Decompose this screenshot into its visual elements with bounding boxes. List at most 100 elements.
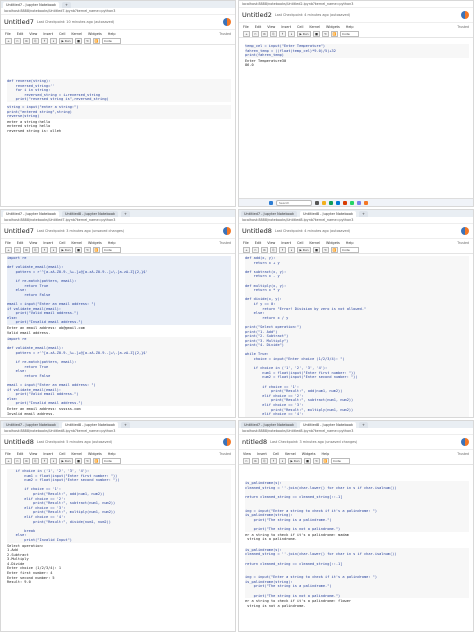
stop-button[interactable]: ■ <box>313 30 321 37</box>
copy-button[interactable]: ⧉ <box>261 30 268 37</box>
restart-button[interactable]: ↻ <box>322 30 330 37</box>
menu-item-view[interactable]: View <box>29 452 37 456</box>
cut-button[interactable]: ✂ <box>252 246 259 253</box>
menu-item-kernel[interactable]: Kernel <box>71 452 82 456</box>
trusted-badge[interactable]: Trusted <box>457 241 473 245</box>
add-cell-button[interactable]: + <box>243 30 250 37</box>
notebook-title[interactable]: Untitled7 <box>4 18 34 26</box>
trusted-badge[interactable]: Trusted <box>219 32 235 36</box>
menu-item-file[interactable]: File <box>5 452 11 456</box>
code-cell[interactable]: string = input("enter a string:") print(… <box>7 104 231 119</box>
browser-tab[interactable]: Untitled7 - Jupyter Notebook <box>241 210 297 217</box>
stop-button[interactable]: ■ <box>75 457 83 464</box>
menu-item-edit[interactable]: Edit <box>255 25 262 29</box>
notebook-title[interactable]: ntitled8 <box>242 438 267 446</box>
notebook-title[interactable]: Untitled2 <box>242 11 272 19</box>
browser-tab[interactable]: Untitled8 - Jupyter Notebook <box>300 421 356 428</box>
notebook-title[interactable]: Untitled8 <box>4 438 34 446</box>
run-button[interactable]: ▶ Run <box>297 30 312 37</box>
copy-button[interactable]: ⧉ <box>23 37 30 44</box>
cell-type-select[interactable]: Code <box>102 37 122 44</box>
address-bar[interactable]: localhost:8888/notebooks/Untitled8.ipynb… <box>239 428 473 435</box>
cell-type-select[interactable]: Code <box>102 246 122 253</box>
cut-button[interactable]: ✂ <box>14 457 21 464</box>
menu-item-help[interactable]: Help <box>108 241 116 245</box>
run-all-button[interactable]: ⏩ <box>322 457 330 464</box>
whatsapp-icon[interactable] <box>350 200 354 205</box>
restart-button[interactable]: ↻ <box>84 457 92 464</box>
menu-item-insert[interactable]: Insert <box>257 452 267 456</box>
trusted-badge[interactable]: Trusted <box>219 241 235 245</box>
address-bar[interactable]: localhost:8888/notebooks/Untitled8.ipynb… <box>1 428 235 435</box>
menu-item-edit[interactable]: Edit <box>17 32 24 36</box>
code-cell[interactable]: def reverse(string): reversed_string='' … <box>7 79 231 102</box>
stop-button[interactable]: ■ <box>304 457 312 464</box>
menu-item-kernel[interactable]: Kernel <box>309 25 320 29</box>
menu-item-help[interactable]: Help <box>346 25 354 29</box>
run-all-button[interactable]: ⏩ <box>93 37 101 44</box>
move-up-button[interactable]: ↑ <box>41 37 48 44</box>
cell-type-select[interactable]: Code <box>340 246 360 253</box>
move-down-button[interactable]: ↓ <box>288 30 295 37</box>
cell-type-select[interactable]: Code <box>102 457 122 464</box>
cell-type-select[interactable]: Code <box>340 30 360 37</box>
move-down-button[interactable]: ↓ <box>50 37 57 44</box>
task-view-icon[interactable] <box>315 200 319 205</box>
move-down-button[interactable]: ↓ <box>288 246 295 253</box>
code-cell[interactable]: temp_cel = input("Enter Temperature") fa… <box>245 44 469 58</box>
new-tab-button[interactable]: + <box>359 421 368 428</box>
copy-button[interactable]: ⧉ <box>23 457 30 464</box>
menu-item-file[interactable]: File <box>243 25 249 29</box>
address-bar[interactable]: localhost:8888/notebooks/Untitled8.ipynb… <box>239 217 473 224</box>
menu-item-widgets[interactable]: Widgets <box>302 452 316 456</box>
add-cell-button[interactable]: + <box>243 246 250 253</box>
menu-item-widgets[interactable]: Widgets <box>326 241 340 245</box>
menu-item-cell[interactable]: Cell <box>297 241 303 245</box>
move-up-button[interactable]: ↑ <box>270 457 277 464</box>
menu-item-widgets[interactable]: Widgets <box>88 32 102 36</box>
run-all-button[interactable]: ⏩ <box>93 246 101 253</box>
run-button[interactable]: ▶ Run <box>59 37 74 44</box>
menu-item-help[interactable]: Help <box>322 452 330 456</box>
menu-item-view[interactable]: View <box>29 32 37 36</box>
browser-tab[interactable]: Untitled7 - Jupyter Notebook <box>241 421 297 428</box>
browser-tab[interactable]: Untitled7 - Jupyter Notebook <box>3 210 59 217</box>
add-cell-button[interactable]: + <box>5 37 12 44</box>
menu-item-widgets[interactable]: Widgets <box>326 25 340 29</box>
notebook-title[interactable]: Untitled8 <box>242 227 272 235</box>
menu-item-help[interactable]: Help <box>108 452 116 456</box>
menu-item-view[interactable]: View <box>243 452 251 456</box>
menu-item-view[interactable]: View <box>267 241 275 245</box>
stop-button[interactable]: ■ <box>75 37 83 44</box>
run-button[interactable]: ▶ Run <box>59 246 74 253</box>
office-icon[interactable] <box>343 200 347 205</box>
menu-item-help[interactable]: Help <box>108 32 116 36</box>
run-button[interactable]: ▶ Run <box>297 246 312 253</box>
move-up-button[interactable]: ↑ <box>41 457 48 464</box>
cut-button[interactable]: ✂ <box>14 37 21 44</box>
menu-item-widgets[interactable]: Widgets <box>88 452 102 456</box>
menu-item-edit[interactable]: Edit <box>17 452 24 456</box>
move-down-button[interactable]: ↓ <box>50 246 57 253</box>
menu-item-insert[interactable]: Insert <box>43 452 53 456</box>
new-tab-button[interactable]: + <box>121 421 130 428</box>
menu-item-insert[interactable]: Insert <box>43 241 53 245</box>
menu-item-widgets[interactable]: Widgets <box>88 241 102 245</box>
trusted-badge[interactable]: Trusted <box>457 25 473 29</box>
run-button[interactable]: ▶ Run <box>288 457 303 464</box>
cut-button[interactable]: ✂ <box>252 30 259 37</box>
new-tab-button[interactable]: + <box>62 1 71 8</box>
move-down-button[interactable]: ↓ <box>50 457 57 464</box>
paste-button[interactable]: ⎘ <box>32 246 39 253</box>
run-all-button[interactable]: ⏩ <box>331 246 339 253</box>
paste-button[interactable]: ⎘ <box>32 457 39 464</box>
new-tab-button[interactable]: + <box>121 210 130 217</box>
add-cell-button[interactable]: + <box>5 246 12 253</box>
menu-item-cell[interactable]: Cell <box>59 241 65 245</box>
move-down-button[interactable]: ↓ <box>279 457 286 464</box>
cut-button[interactable]: ✂ <box>243 457 250 464</box>
menu-item-edit[interactable]: Edit <box>255 241 262 245</box>
run-all-button[interactable]: ⏩ <box>93 457 101 464</box>
cell-type-select[interactable]: Code <box>331 457 351 464</box>
restart-button[interactable]: ↻ <box>313 457 321 464</box>
